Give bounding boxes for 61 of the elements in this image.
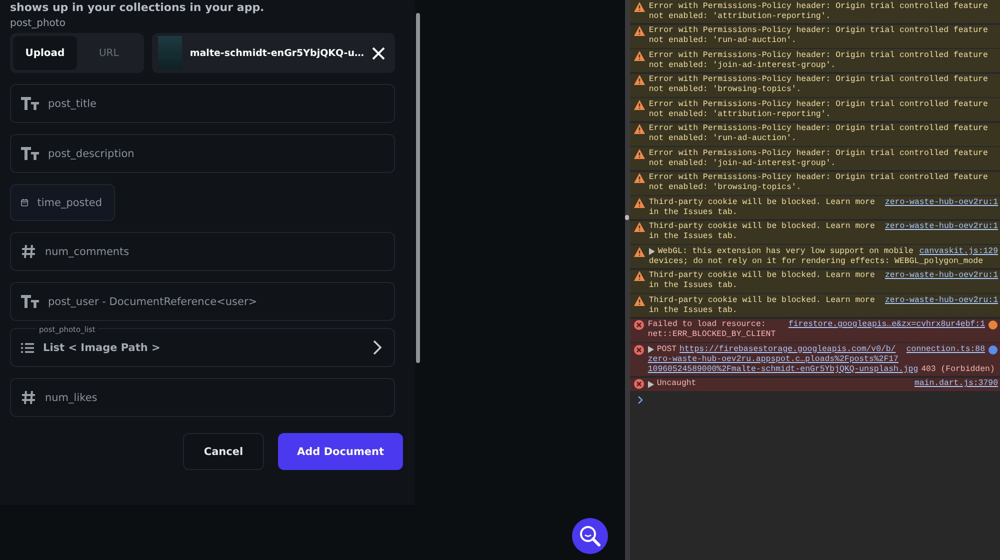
console-message: not enabled: 'join-ad-interest-group'. [648, 158, 837, 168]
console-message: POST [656, 344, 677, 354]
source-link[interactable]: zero-waste-hub-oev2ru:1 [884, 271, 998, 281]
console-message: not enabled: 'browsing-topics'. [648, 85, 802, 95]
console-message: not enabled: 'attribution-reporting'. [648, 110, 832, 120]
intro-text: shows up in your collections in your app. [10, 1, 266, 14]
console-message: Error with Permissions-Policy header: Origin trial controlled feature [648, 26, 988, 36]
source-link[interactable]: connection.ts:88 [906, 344, 985, 354]
source-link[interactable]: main.dart.js:3790 [914, 379, 998, 389]
console-message: Error with Permissions-Policy header: Origin trial controlled feature [648, 148, 988, 158]
console-message: not enabled: 'browsing-topics'. [648, 183, 802, 193]
input-field[interactable]: num_comments [10, 232, 395, 271]
console-message: Third-party cookie will be blocked. Learn more [648, 198, 875, 208]
field-placeholder: post_user - DocumentReference<user> [48, 296, 258, 308]
console-message: Error with Permissions-Policy header: Origin trial controlled feature [648, 100, 988, 110]
source-tab[interactable]: Upload [13, 36, 77, 70]
console-message: not enabled: 'join-ad-interest-group'. [648, 60, 837, 70]
field-placeholder: post_description [48, 148, 134, 160]
field-placeholder: num_comments [45, 246, 130, 258]
console-message: in the Issues tab. [648, 232, 738, 242]
field-placeholder: num_likes [45, 392, 98, 404]
console-message: in the Issues tab. [648, 306, 738, 316]
field-placeholder: post_title [48, 98, 96, 110]
input-field[interactable]: time_posted [10, 184, 115, 221]
console-message: Failed to load resource: [648, 320, 766, 330]
add-document-button[interactable]: Add Document [278, 433, 403, 470]
console-message: WebGL: this extension has very low support on mobile [658, 246, 914, 256]
console-message: Third-party cookie will be blocked. Learn more [648, 222, 875, 232]
console-message: in the Issues tab. [648, 208, 738, 218]
url-link[interactable]: 10960524589000%2Fmalte-schmidt-enGr5YbjQKQ-unsplash.jpg [648, 364, 918, 374]
console-message: devices; do not rely on it for rendering effects: WEBGL_polygon_mode [648, 256, 984, 266]
console-message: 403 (Forbidden) [921, 364, 995, 374]
field-placeholder: time_posted [37, 196, 102, 208]
console-message: Third-party cookie will be blocked. Learn more [648, 296, 875, 306]
console-message: net::ERR_BLOCKED_BY_CLIENT [648, 330, 777, 340]
file-name: malte-schmidt-enGr5YbjQKQ-u… [190, 48, 364, 58]
console-message: not enabled: 'run-ad-auction'. [648, 134, 798, 144]
url-link[interactable]: zero-waste-hub-oev2ru.appspot.c…ploads%2Fposts%2F17 [648, 354, 998, 364]
source-link[interactable]: zero-waste-hub-oev2ru:1 [884, 198, 998, 208]
console-message: Error with Permissions-Policy header: Origin trial controlled feature [648, 50, 988, 60]
console-message: not enabled: 'attribution-reporting'. [648, 12, 832, 22]
console-message: Error with Permissions-Policy header: Origin trial controlled feature [648, 2, 988, 12]
console-message: in the Issues tab. [648, 281, 738, 291]
input-field[interactable]: post_description [10, 134, 395, 173]
source-link[interactable]: canvaskit.js:129 [919, 246, 998, 256]
console-message: Error with Permissions-Policy header: Origin trial controlled feature [648, 124, 988, 134]
source-link[interactable]: zero-waste-hub-oev2ru:1 [884, 222, 998, 232]
input-field[interactable]: post_user - DocumentReference<user> [10, 282, 395, 321]
console-message: not enabled: 'run-ad-auction'. [648, 36, 798, 46]
input-field[interactable]: post_title [10, 84, 395, 123]
console-message: Third-party cookie will be blocked. Learn more [648, 271, 875, 281]
console-message: Error with Permissions-Policy header: Origin trial controlled feature [648, 75, 988, 85]
url-link[interactable]: https://firebasestorage.googleapis.com/v0/b/ [680, 344, 896, 354]
source-link[interactable]: firestore.googleapis…e&zx=cvhrx8ur4ebf:1 [788, 320, 985, 330]
console-message: Error with Permissions-Policy header: Origin trial controlled feature [648, 173, 988, 183]
console-message: Uncaught [656, 379, 696, 389]
source-link[interactable]: zero-waste-hub-oev2ru:1 [884, 296, 998, 306]
input-field[interactable]: num_likes [10, 378, 395, 417]
cancel-button[interactable]: Cancel [183, 433, 264, 470]
field-label: post_photo [10, 18, 66, 29]
field-value: List < Image Path > [43, 342, 160, 354]
